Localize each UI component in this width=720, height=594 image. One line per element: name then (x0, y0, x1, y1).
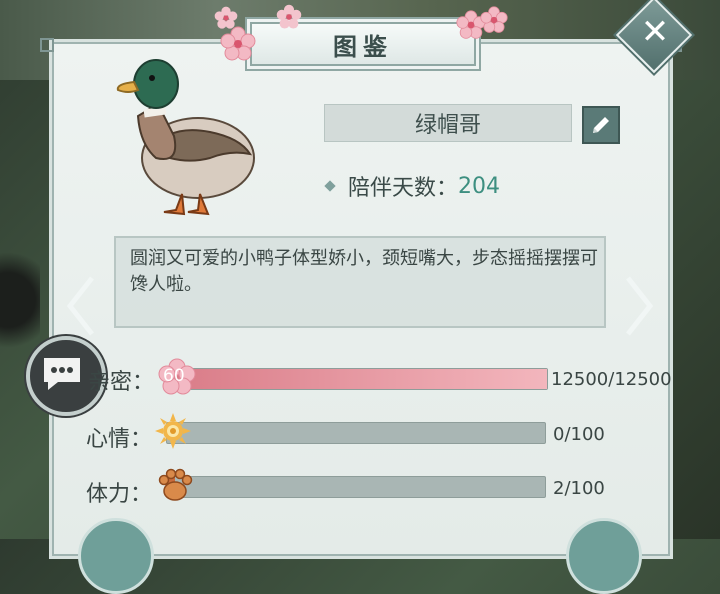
description-box: 圆润又可爱的小鸭子体型娇小，颈短嘴大，步态摇摇摆摆可馋人啦。 (114, 236, 606, 328)
companion-days-value: 204 (458, 173, 501, 199)
intimacy-label: 亲密： (88, 370, 155, 395)
companion-days-label: 陪伴天数： (348, 176, 459, 201)
intimacy-value: 12500/12500 (551, 369, 672, 390)
background-shadow (0, 240, 40, 360)
chevron-left-icon[interactable] (66, 276, 96, 336)
mood-label: 心情： (86, 427, 153, 452)
stamina-value: 2/100 (553, 478, 605, 499)
page-title: 图鉴 (333, 31, 393, 61)
pet-name: 绿帽哥 (414, 113, 481, 138)
pencil-icon (593, 117, 609, 133)
mood-bar (166, 422, 546, 444)
pet-name-box: 绿帽哥 (324, 104, 572, 142)
close-icon[interactable]: ✕ (635, 12, 675, 52)
stamina-bar (166, 476, 546, 498)
stamina-label: 体力： (86, 482, 153, 507)
intimacy-bar (166, 368, 548, 390)
diamond-icon (324, 180, 336, 192)
blossom-icon (214, 6, 238, 29)
duck-illustration (116, 59, 255, 216)
panel-corner-ornament (40, 38, 54, 52)
bottom-left-button[interactable] (78, 518, 154, 594)
blossom-icon (480, 6, 508, 33)
edit-name-button[interactable] (582, 106, 620, 144)
sun-icon (155, 413, 191, 449)
intimacy-level: 60 (163, 366, 185, 386)
mood-value: 0/100 (553, 424, 605, 445)
pet-description: 圆润又可爱的小鸭子体型娇小，颈短嘴大，步态摇摇摆摆可馋人啦。 (130, 248, 598, 295)
blossom-icon (276, 4, 302, 29)
paw-icon (158, 468, 193, 501)
intimacy-bar-fill (167, 369, 547, 389)
chat-icon (44, 358, 80, 390)
companion-days: 陪伴天数： 204 (324, 170, 501, 202)
chevron-right-icon[interactable] (624, 276, 654, 336)
bottom-right-button[interactable] (566, 518, 642, 594)
